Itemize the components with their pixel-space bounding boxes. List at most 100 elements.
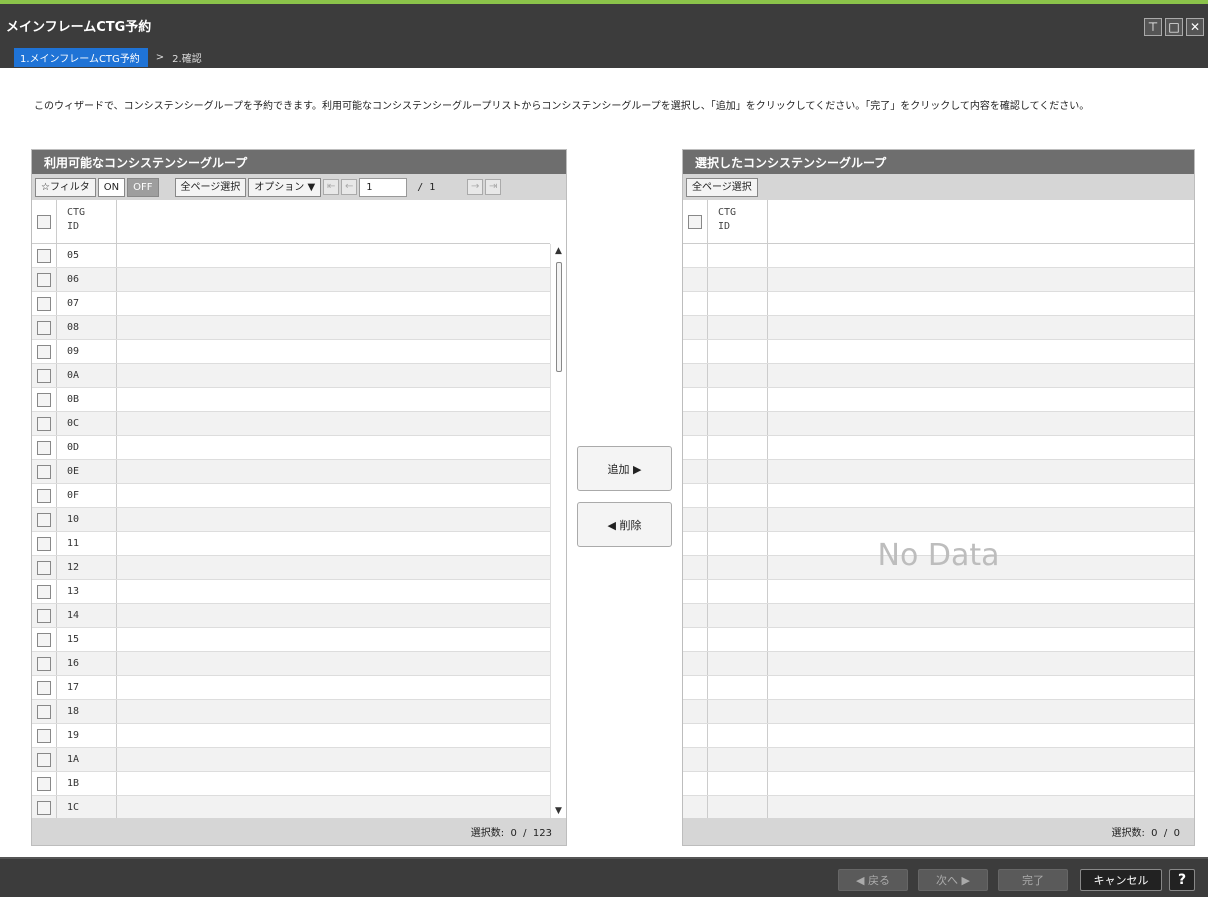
add-button[interactable]: 追加 ▶ bbox=[577, 446, 672, 491]
table-row[interactable]: 11 bbox=[32, 532, 550, 556]
empty-filler bbox=[768, 700, 1194, 723]
row-checkbox[interactable] bbox=[37, 680, 51, 695]
page-number-input[interactable]: 1 bbox=[359, 177, 408, 197]
cancel-button[interactable]: キャンセル bbox=[1080, 869, 1162, 891]
empty-checkbox-cell bbox=[683, 604, 708, 627]
empty-table-row bbox=[683, 556, 1194, 580]
row-checkbox[interactable] bbox=[37, 800, 51, 815]
ctg-id-cell: 0F bbox=[57, 484, 117, 507]
row-checkbox[interactable] bbox=[37, 752, 51, 767]
row-checkbox[interactable] bbox=[37, 464, 51, 479]
row-checkbox[interactable] bbox=[37, 296, 51, 311]
row-checkbox[interactable] bbox=[37, 320, 51, 335]
row-checkbox[interactable] bbox=[37, 368, 51, 383]
row-checkbox-cell bbox=[32, 340, 57, 363]
selected-groups-panel: 選択したコンシステンシーグループ 全ページ選択 CTG ID No Data 選… bbox=[682, 149, 1195, 846]
row-checkbox[interactable] bbox=[37, 440, 51, 455]
selected-ctg-id-column-header[interactable]: CTG ID bbox=[708, 200, 768, 243]
table-row[interactable]: 10 bbox=[32, 508, 550, 532]
page-total: / 1 bbox=[417, 181, 436, 193]
last-page-icon[interactable]: ⇥ bbox=[485, 179, 502, 195]
selected-select-all-checkbox[interactable] bbox=[688, 214, 702, 229]
row-checkbox[interactable] bbox=[37, 656, 51, 671]
table-row[interactable]: 0C bbox=[32, 412, 550, 436]
row-checkbox-cell bbox=[32, 628, 57, 651]
table-row[interactable]: 13 bbox=[32, 580, 550, 604]
empty-filler bbox=[768, 772, 1194, 795]
row-checkbox[interactable] bbox=[37, 560, 51, 575]
empty-filler bbox=[768, 748, 1194, 771]
available-selection-count: 選択数: 0 / 123 bbox=[32, 818, 566, 845]
table-row[interactable]: 06 bbox=[32, 268, 550, 292]
select-all-checkbox[interactable] bbox=[37, 214, 51, 229]
table-row[interactable]: 18 bbox=[32, 700, 550, 724]
row-checkbox[interactable] bbox=[37, 344, 51, 359]
pin-icon[interactable]: ⊤ bbox=[1144, 18, 1162, 36]
table-row[interactable]: 09 bbox=[32, 340, 550, 364]
scroll-down-icon[interactable]: ▼ bbox=[555, 806, 562, 816]
next-page-icon[interactable]: → bbox=[467, 179, 484, 195]
row-checkbox[interactable] bbox=[37, 584, 51, 599]
table-row[interactable]: 0D bbox=[32, 436, 550, 460]
remove-button[interactable]: ◀ 削除 bbox=[577, 502, 672, 547]
table-row[interactable]: 15 bbox=[32, 628, 550, 652]
table-row[interactable]: 0E bbox=[32, 460, 550, 484]
row-checkbox[interactable] bbox=[37, 608, 51, 623]
table-row[interactable]: 0F bbox=[32, 484, 550, 508]
empty-table-row bbox=[683, 700, 1194, 724]
empty-table-row bbox=[683, 748, 1194, 772]
options-button[interactable]: オプション ▼ bbox=[248, 177, 322, 197]
empty-table-row bbox=[683, 316, 1194, 340]
scroll-up-icon[interactable]: ▲ bbox=[555, 246, 562, 256]
selected-select-all-pages-button[interactable]: 全ページ選択 bbox=[686, 177, 758, 197]
table-row[interactable]: 05 bbox=[32, 244, 550, 268]
row-checkbox[interactable] bbox=[37, 632, 51, 647]
scroll-thumb[interactable] bbox=[556, 262, 562, 372]
first-page-icon[interactable]: ⇤ bbox=[323, 179, 340, 195]
help-button[interactable]: ? bbox=[1169, 869, 1195, 891]
row-checkbox[interactable] bbox=[37, 272, 51, 287]
table-row[interactable]: 1A bbox=[32, 748, 550, 772]
table-row[interactable]: 1C bbox=[32, 796, 550, 818]
filter-off-button[interactable]: OFF bbox=[127, 177, 159, 197]
filter-button[interactable]: ☆フィルタ bbox=[35, 177, 96, 197]
table-row[interactable]: 08 bbox=[32, 316, 550, 340]
table-row[interactable]: 16 bbox=[32, 652, 550, 676]
prev-page-icon[interactable]: ← bbox=[341, 179, 358, 195]
row-checkbox[interactable] bbox=[37, 512, 51, 527]
row-checkbox[interactable] bbox=[37, 536, 51, 551]
filter-on-button[interactable]: ON bbox=[97, 177, 126, 197]
table-row[interactable]: 14 bbox=[32, 604, 550, 628]
table-row[interactable]: 0B bbox=[32, 388, 550, 412]
row-filler bbox=[117, 412, 550, 435]
back-button[interactable]: ◀ 戻る bbox=[838, 869, 908, 891]
table-row[interactable]: 19 bbox=[32, 724, 550, 748]
table-row[interactable]: 1B bbox=[32, 772, 550, 796]
ctg-id-cell: 07 bbox=[57, 292, 117, 315]
row-checkbox[interactable] bbox=[37, 392, 51, 407]
row-checkbox[interactable] bbox=[37, 704, 51, 719]
empty-checkbox-cell bbox=[683, 268, 708, 291]
maximize-icon[interactable]: □ bbox=[1165, 18, 1183, 36]
row-checkbox[interactable] bbox=[37, 416, 51, 431]
vertical-scrollbar[interactable]: ▲ ▼ bbox=[550, 244, 566, 818]
empty-id-cell bbox=[708, 724, 768, 747]
table-row[interactable]: 17 bbox=[32, 676, 550, 700]
ctg-id-column-header[interactable]: CTG ID bbox=[57, 200, 117, 243]
close-icon[interactable]: ✕ bbox=[1186, 18, 1204, 36]
table-row[interactable]: 12 bbox=[32, 556, 550, 580]
finish-button[interactable]: 完了 bbox=[998, 869, 1068, 891]
row-checkbox[interactable] bbox=[37, 488, 51, 503]
next-button[interactable]: 次へ ▶ bbox=[918, 869, 988, 891]
table-row[interactable]: 0A bbox=[32, 364, 550, 388]
empty-filler bbox=[768, 652, 1194, 675]
empty-id-cell bbox=[708, 580, 768, 603]
empty-checkbox-cell bbox=[683, 484, 708, 507]
select-all-pages-button[interactable]: 全ページ選択 bbox=[174, 177, 247, 197]
row-checkbox[interactable] bbox=[37, 248, 51, 263]
table-row[interactable]: 07 bbox=[32, 292, 550, 316]
empty-filler bbox=[768, 412, 1194, 435]
row-filler bbox=[117, 460, 550, 483]
row-checkbox[interactable] bbox=[37, 776, 51, 791]
row-checkbox[interactable] bbox=[37, 728, 51, 743]
